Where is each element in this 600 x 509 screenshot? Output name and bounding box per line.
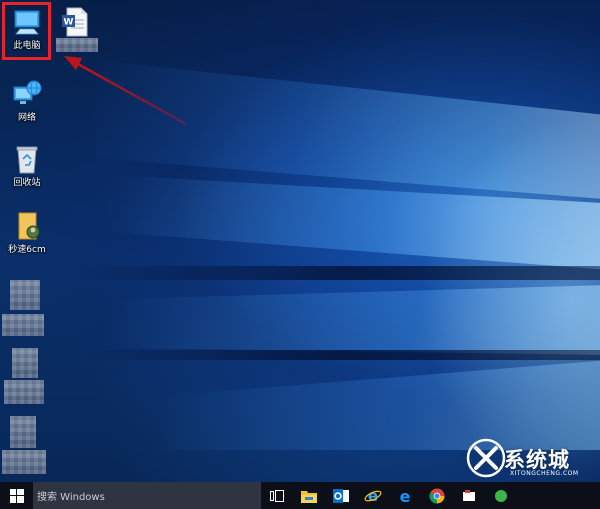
taskbar-app[interactable] xyxy=(453,482,485,509)
svg-text:e: e xyxy=(368,487,378,505)
taskbar-outlook[interactable] xyxy=(325,482,357,509)
desktop-icon-label: 秒速6cm xyxy=(8,245,46,255)
highlight-box xyxy=(2,2,51,60)
watermark-logo-icon xyxy=(466,438,506,478)
taskbar: 搜索 Windows e e xyxy=(0,482,600,509)
recycle-bin-icon xyxy=(11,143,43,175)
desktop-icon-recycle-bin[interactable]: 回收站 xyxy=(0,143,54,189)
desktop-icon-network[interactable]: 网络 xyxy=(0,78,54,124)
internet-explorer-icon: e xyxy=(364,487,382,505)
taskbar-edge[interactable]: e xyxy=(389,482,421,509)
blurred-icon xyxy=(12,348,38,378)
word-document-icon: W xyxy=(59,6,91,38)
chrome-icon xyxy=(429,488,445,503)
app-icon xyxy=(495,489,507,502)
desktop-icon-label: 网络 xyxy=(17,113,36,123)
network-icon xyxy=(11,78,43,110)
wallpaper-band xyxy=(80,266,600,280)
wallpaper-beam xyxy=(110,175,600,270)
svg-text:W: W xyxy=(64,18,74,28)
desktop[interactable]: 此电脑 W 网络 回收站 秒速6cm 系统城 XITONGCHENG.COM 搜… xyxy=(0,0,600,509)
wallpaper-band xyxy=(80,350,600,360)
app-icon xyxy=(463,489,475,501)
blurred-icon xyxy=(10,416,36,448)
task-view-button[interactable] xyxy=(261,482,293,509)
blurred-label xyxy=(56,38,98,52)
taskbar-chrome[interactable] xyxy=(421,482,453,509)
blurred-label xyxy=(2,450,46,474)
media-file-icon xyxy=(11,210,43,242)
svg-text:e: e xyxy=(400,488,411,504)
site-watermark: 系统城 XITONGCHENG.COM xyxy=(462,434,600,482)
windows-logo-icon xyxy=(9,488,24,503)
taskbar-search-box[interactable]: 搜索 Windows xyxy=(33,482,261,509)
annotation-arrow xyxy=(64,56,187,126)
watermark-url: XITONGCHENG.COM xyxy=(510,470,579,477)
taskbar-app[interactable] xyxy=(485,482,517,509)
wallpaper-beam xyxy=(120,285,600,355)
taskbar-internet-explorer[interactable]: e xyxy=(357,482,389,509)
wallpaper-glow xyxy=(420,120,600,480)
start-button[interactable] xyxy=(0,482,33,509)
file-explorer-icon xyxy=(301,490,317,503)
desktop-icon-word-document[interactable]: W xyxy=(48,6,102,38)
desktop-icon-media-file[interactable]: 秒速6cm xyxy=(0,210,54,256)
wallpaper-beam xyxy=(95,60,600,200)
blurred-label xyxy=(4,380,44,404)
desktop-icon-label: 回收站 xyxy=(13,178,41,188)
blurred-icon xyxy=(10,280,40,310)
taskbar-file-explorer[interactable] xyxy=(293,482,325,509)
search-placeholder: 搜索 Windows xyxy=(37,492,105,503)
edge-icon: e xyxy=(400,488,411,504)
outlook-icon xyxy=(333,488,349,503)
task-view-icon xyxy=(270,489,284,502)
blurred-label xyxy=(2,314,44,336)
